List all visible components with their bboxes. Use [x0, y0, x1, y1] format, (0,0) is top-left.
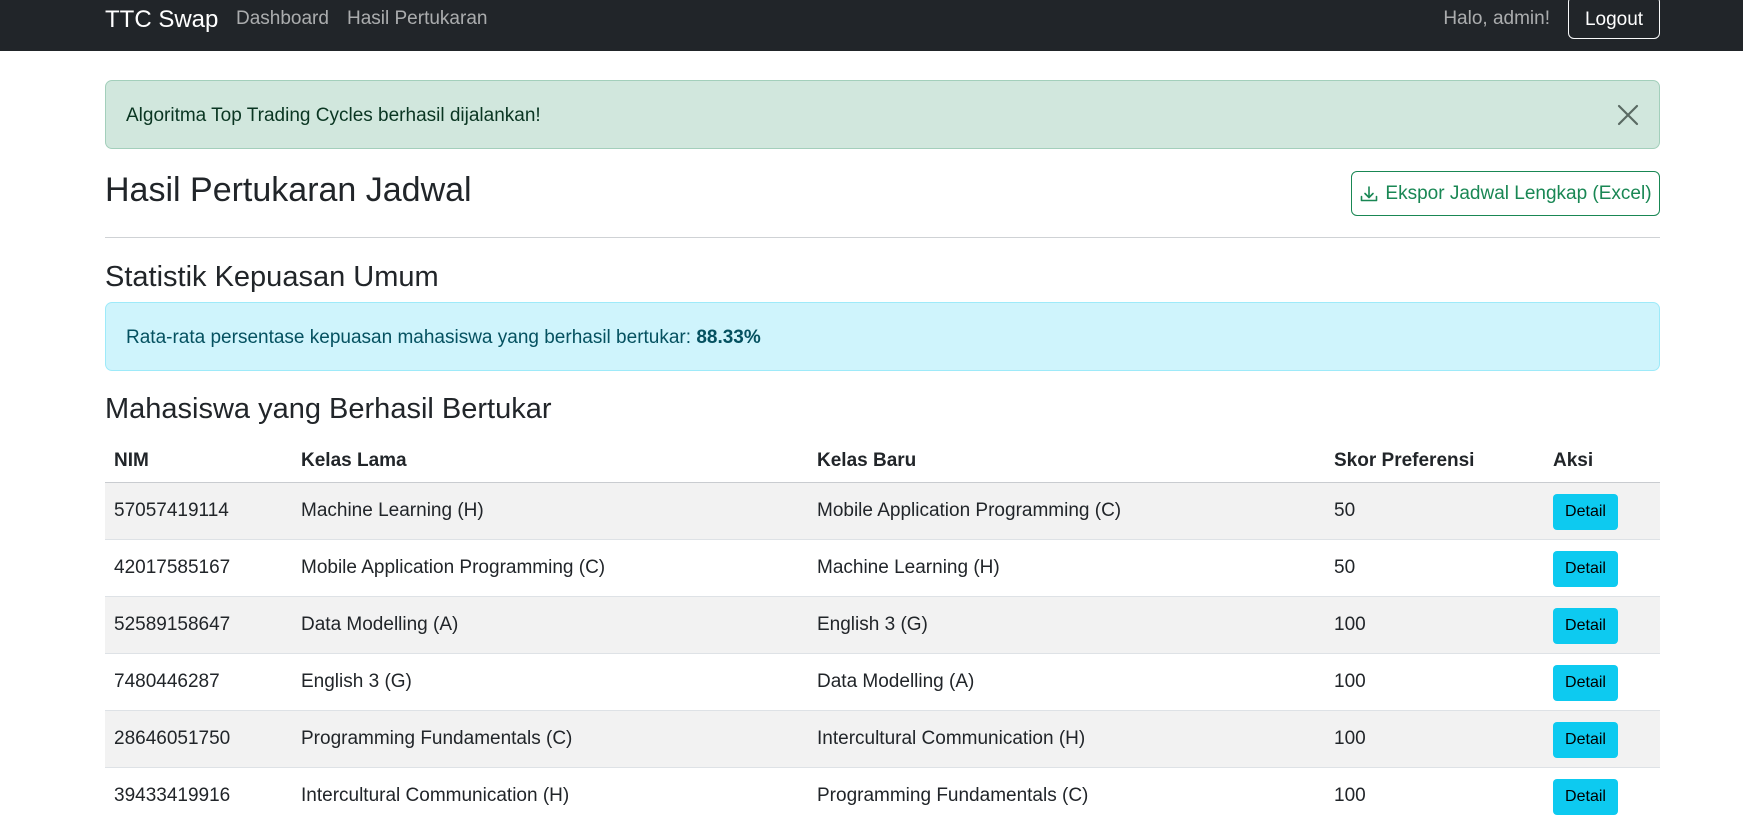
navbar: TTC Swap Dashboard Hasil Pertukaran Halo… — [0, 0, 1743, 51]
cell-nim: 39433419916 — [114, 785, 231, 806]
detail-button[interactable]: Detail — [1553, 551, 1618, 587]
cell-skor: 50 — [1334, 500, 1356, 521]
close-icon[interactable] — [1614, 101, 1642, 129]
cell-nim: 52589158647 — [114, 614, 231, 635]
table-header: NIM Kelas Lama Kelas Baru Skor Preferens… — [105, 440, 1660, 483]
cell-skor: 100 — [1334, 785, 1366, 806]
cell-kelas-baru: Intercultural Communication (H) — [817, 728, 1086, 749]
success-alert-message: Algoritma Top Trading Cycles berhasil di… — [126, 105, 541, 126]
column-header-kelas-lama: Kelas Lama — [301, 450, 407, 471]
cell-nim: 57057419114 — [114, 500, 229, 521]
column-header-aksi: Aksi — [1553, 450, 1594, 471]
cell-kelas-lama: Mobile Application Programming (C) — [301, 557, 606, 578]
success-alert: Algoritma Top Trading Cycles berhasil di… — [105, 80, 1660, 149]
cell-nim: 42017585167 — [114, 557, 231, 578]
stats-label: Rata-rata persentase kepuasan mahasiswa … — [126, 327, 697, 348]
stats-alert: Rata-rata persentase kepuasan mahasiswa … — [105, 302, 1660, 371]
cell-kelas-lama: English 3 (G) — [301, 671, 412, 692]
column-header-nim: NIM — [114, 450, 149, 471]
table-heading: Mahasiswa yang Berhasil Bertukar — [105, 393, 552, 425]
logout-button[interactable]: Logout — [1568, 0, 1660, 39]
cell-nim: 7480446287 — [114, 671, 220, 692]
export-excel-button[interactable]: Ekspor Jadwal Lengkap (Excel) — [1351, 171, 1660, 216]
table-row: 39433419916 Intercultural Communication … — [105, 768, 1660, 819]
cell-kelas-lama: Data Modelling (A) — [301, 614, 459, 635]
cell-nim: 28646051750 — [114, 728, 231, 749]
page-title: Hasil Pertukaran Jadwal — [105, 171, 472, 209]
cell-kelas-lama: Intercultural Communication (H) — [301, 785, 570, 806]
cell-skor: 100 — [1334, 728, 1366, 749]
nav-dashboard[interactable]: Dashboard — [236, 8, 329, 30]
cell-kelas-baru: English 3 (G) — [817, 614, 928, 635]
detail-button[interactable]: Detail — [1553, 779, 1618, 815]
download-icon — [1359, 184, 1379, 204]
cell-skor: 50 — [1334, 557, 1356, 578]
cell-kelas-lama: Programming Fundamentals (C) — [301, 728, 573, 749]
stats-value: 88.33% — [696, 327, 761, 348]
detail-button[interactable]: Detail — [1553, 722, 1618, 758]
cell-kelas-baru: Data Modelling (A) — [817, 671, 975, 692]
cell-kelas-baru: Machine Learning (H) — [817, 557, 1000, 578]
stats-text: Rata-rata persentase kepuasan mahasiswa … — [126, 327, 761, 349]
stats-heading: Statistik Kepuasan Umum — [105, 261, 439, 293]
brand-logo[interactable]: TTC Swap — [105, 6, 218, 34]
swap-table: NIM Kelas Lama Kelas Baru Skor Preferens… — [105, 440, 1660, 819]
table-row: 28646051750 Programming Fundamentals (C)… — [105, 711, 1660, 768]
detail-button[interactable]: Detail — [1553, 665, 1618, 701]
table-row: 52589158647 Data Modelling (A) English 3… — [105, 597, 1660, 654]
export-button-label: Ekspor Jadwal Lengkap (Excel) — [1385, 182, 1652, 204]
table-row: 7480446287 English 3 (G) Data Modelling … — [105, 654, 1660, 711]
cell-skor: 100 — [1334, 614, 1366, 635]
user-greeting: Halo, admin! — [1443, 8, 1550, 29]
column-header-kelas-baru: Kelas Baru — [817, 450, 917, 471]
cell-kelas-baru: Programming Fundamentals (C) — [817, 785, 1089, 806]
table-row: 42017585167 Mobile Application Programmi… — [105, 540, 1660, 597]
cell-kelas-lama: Machine Learning (H) — [301, 500, 484, 521]
table-row: 57057419114 Machine Learning (H) Mobile … — [105, 483, 1660, 540]
divider — [105, 237, 1660, 238]
detail-button[interactable]: Detail — [1553, 494, 1618, 530]
cell-kelas-baru: Mobile Application Programming (C) — [817, 500, 1122, 521]
nav-hasil-pertukaran[interactable]: Hasil Pertukaran — [347, 8, 487, 30]
column-header-skor: Skor Preferensi — [1334, 450, 1475, 471]
detail-button[interactable]: Detail — [1553, 608, 1618, 644]
cell-skor: 100 — [1334, 671, 1366, 692]
